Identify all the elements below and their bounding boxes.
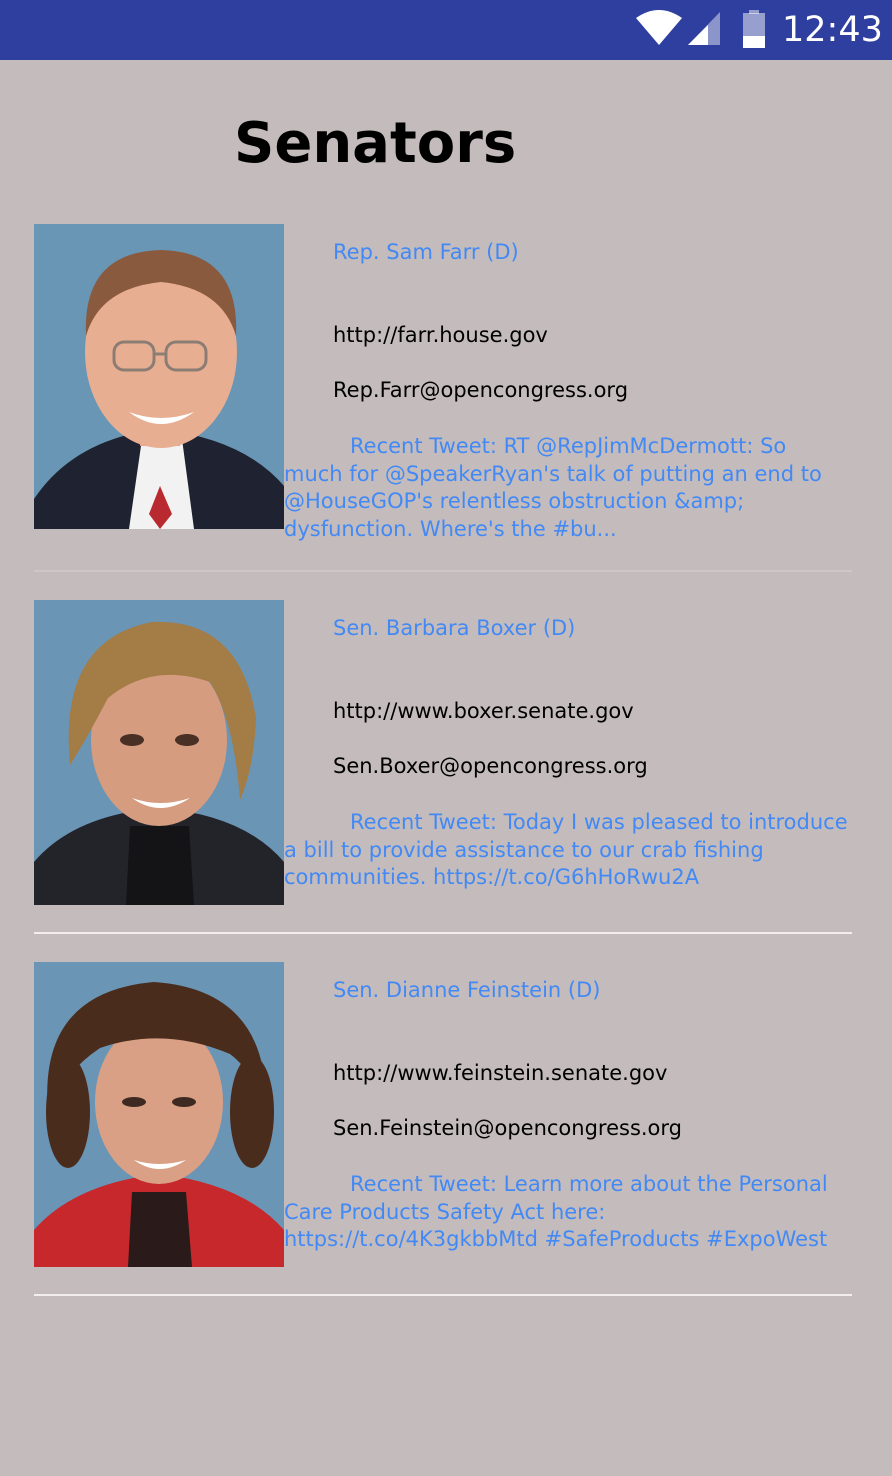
- legislator-website[interactable]: http://farr.house.gov: [333, 323, 548, 347]
- recent-tweet: Recent Tweet: RT @RepJimMcDermott: So mu…: [284, 434, 822, 541]
- page-title: Senators: [234, 111, 517, 176]
- wifi-icon: [636, 10, 682, 50]
- legislator-email[interactable]: Sen.Boxer@opencongress.org: [333, 754, 648, 778]
- legislator-photo: [34, 962, 284, 1267]
- legislator-email[interactable]: Sen.Feinstein@opencongress.org: [333, 1116, 682, 1140]
- divider: [34, 1294, 852, 1296]
- legislator-photo: [34, 224, 284, 529]
- legislator-card[interactable]: Sen. Dianne Feinstein (D) http://www.fei…: [34, 962, 852, 1267]
- legislator-name[interactable]: Sen. Barbara Boxer (D): [333, 616, 575, 640]
- legislator-card[interactable]: Rep. Sam Farr (D) http://farr.house.gov …: [34, 224, 852, 544]
- legislator-website[interactable]: http://www.boxer.senate.gov: [333, 699, 634, 723]
- battery-icon: [742, 10, 766, 52]
- divider: [34, 932, 852, 934]
- recent-tweet: Recent Tweet: Learn more about the Perso…: [284, 1172, 828, 1251]
- status-bar: 12:43: [0, 0, 892, 60]
- legislator-card[interactable]: Sen. Barbara Boxer (D) http://www.boxer.…: [34, 600, 852, 905]
- cell-signal-icon: [688, 12, 720, 49]
- legislator-email[interactable]: Rep.Farr@opencongress.org: [333, 378, 628, 402]
- clock: 12:43: [782, 10, 883, 50]
- legislator-website[interactable]: http://www.feinstein.senate.gov: [333, 1061, 667, 1085]
- legislator-name[interactable]: Sen. Dianne Feinstein (D): [333, 978, 600, 1002]
- recent-tweet: Recent Tweet: Today I was pleased to int…: [284, 810, 848, 889]
- divider: [34, 570, 852, 572]
- legislator-name[interactable]: Rep. Sam Farr (D): [333, 240, 519, 264]
- legislator-photo: [34, 600, 284, 905]
